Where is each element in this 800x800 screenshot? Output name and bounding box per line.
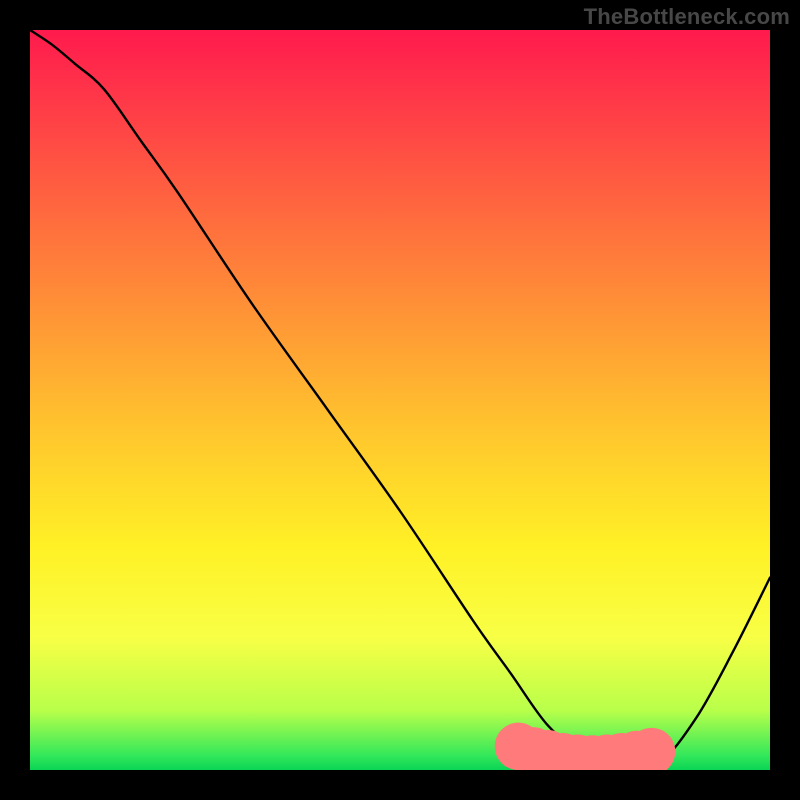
watermark-text: TheBottleneck.com xyxy=(584,4,790,30)
bottleneck-curve xyxy=(30,30,770,768)
curve-layer xyxy=(30,30,770,770)
chart-container: TheBottleneck.com xyxy=(0,0,800,800)
plot-area xyxy=(30,30,770,770)
flat-region-markers xyxy=(495,723,676,770)
